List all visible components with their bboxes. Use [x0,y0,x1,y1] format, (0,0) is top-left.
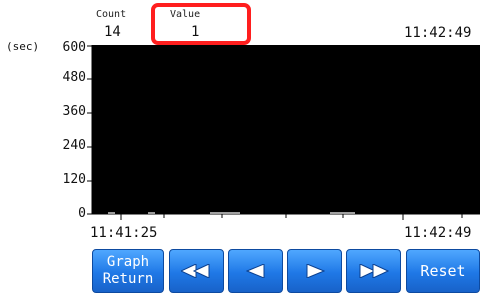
graph-return-line2: Return [102,271,154,287]
graph-return-line1: Graph [106,254,150,270]
double-left-triangle-icon [180,264,209,278]
graph-return-button[interactable]: Graph Return [92,249,164,293]
x-end-time: 11:42:49 [404,225,472,241]
back-button[interactable] [228,249,283,293]
reset-button[interactable]: Reset [406,249,480,293]
fast-back-button[interactable] [169,249,224,293]
right-triangle-icon [306,264,325,278]
forward-button[interactable] [287,249,342,293]
left-triangle-icon [245,264,264,278]
fast-forward-button[interactable] [346,249,401,293]
double-right-triangle-icon [359,264,389,278]
x-start-time: 11:41:25 [90,225,158,241]
